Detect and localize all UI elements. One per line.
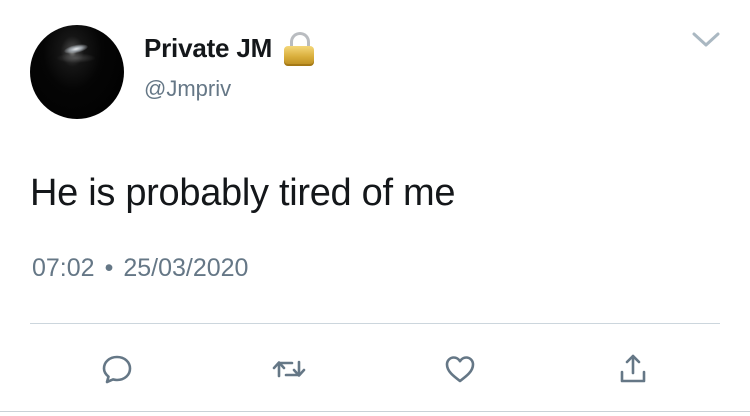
author-handle[interactable]: @Jmpriv (144, 76, 231, 102)
reply-button[interactable] (98, 350, 136, 388)
like-button[interactable] (441, 350, 479, 388)
avatar-glow (56, 53, 96, 63)
bottom-divider (0, 411, 750, 412)
retweet-button[interactable] (270, 350, 308, 388)
timestamp-separator: • (104, 254, 114, 282)
author-name-row: Private JM (144, 30, 315, 66)
retweet-icon (272, 360, 306, 378)
avatar[interactable] (30, 25, 124, 119)
tweet-date: 25/03/2020 (123, 254, 249, 282)
tweet-text: He is probably tired of me (30, 172, 456, 214)
divider (30, 323, 720, 324)
lock-body (284, 46, 315, 66)
tweet-timestamp[interactable]: 07:02 • 25/03/2020 (32, 254, 248, 283)
reply-icon (102, 355, 132, 384)
share-button[interactable] (614, 350, 652, 388)
tweet-time: 07:02 (32, 254, 95, 282)
share-icon (620, 354, 646, 383)
chevron-down-icon[interactable] (690, 26, 722, 54)
author-display-name[interactable]: Private JM (144, 33, 272, 64)
lock-icon (284, 30, 315, 66)
like-icon (445, 356, 475, 383)
